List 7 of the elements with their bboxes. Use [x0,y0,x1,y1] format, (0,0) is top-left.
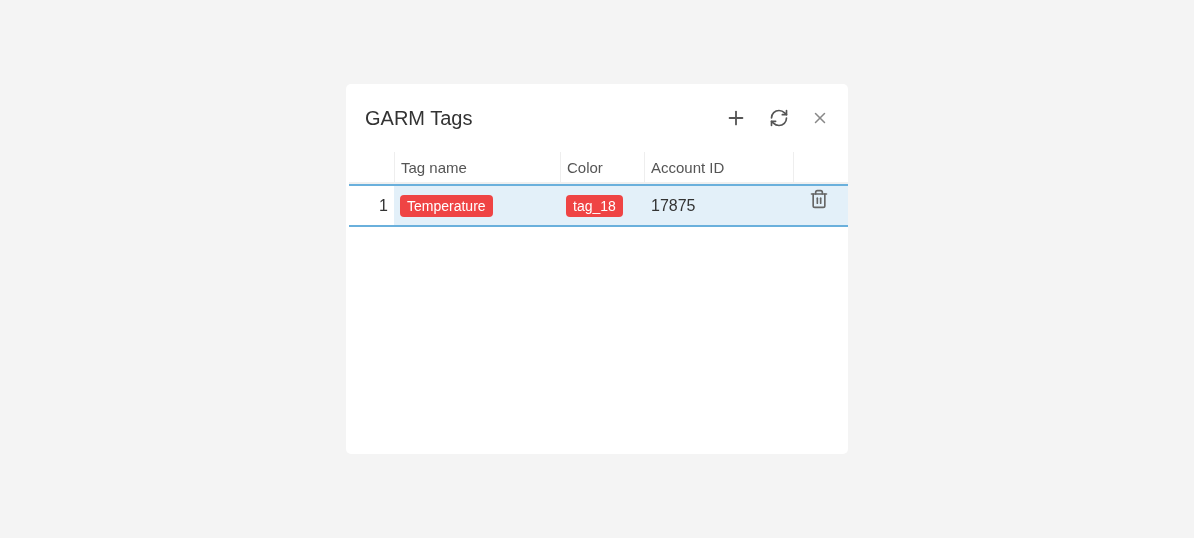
tag-label: Temperature [400,194,493,217]
row-number: 1 [349,184,394,227]
account-id: 17875 [650,196,696,215]
delete-button[interactable] [809,189,829,209]
color-tag: tag_18 [566,194,623,217]
refresh-button[interactable] [769,108,789,128]
dialog-title: GARM Tags [365,106,474,130]
